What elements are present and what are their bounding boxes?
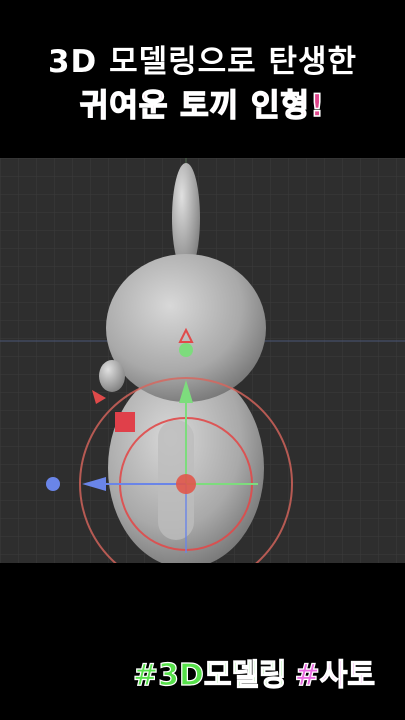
viewport-canvas[interactable] bbox=[0, 158, 405, 563]
rabbit-tail bbox=[99, 360, 125, 392]
title-line-2: 귀여운 토끼 인형! bbox=[79, 87, 326, 125]
hashtag-sato: #사토 bbox=[294, 657, 376, 693]
gizmo-center-handle[interactable] bbox=[176, 474, 196, 494]
title-line-1: 3D 모델링으로 탄생한 bbox=[47, 44, 358, 80]
y-axis-handle-icon[interactable] bbox=[179, 343, 193, 357]
x-axis-handle-icon[interactable] bbox=[46, 477, 60, 491]
hashtags: #3D모델링 #사토 bbox=[132, 650, 376, 694]
scale-handle-icon[interactable] bbox=[115, 412, 135, 432]
3d-viewport[interactable] bbox=[0, 158, 405, 563]
hashtag-3d-modeling: #3D모델링 bbox=[132, 657, 287, 693]
